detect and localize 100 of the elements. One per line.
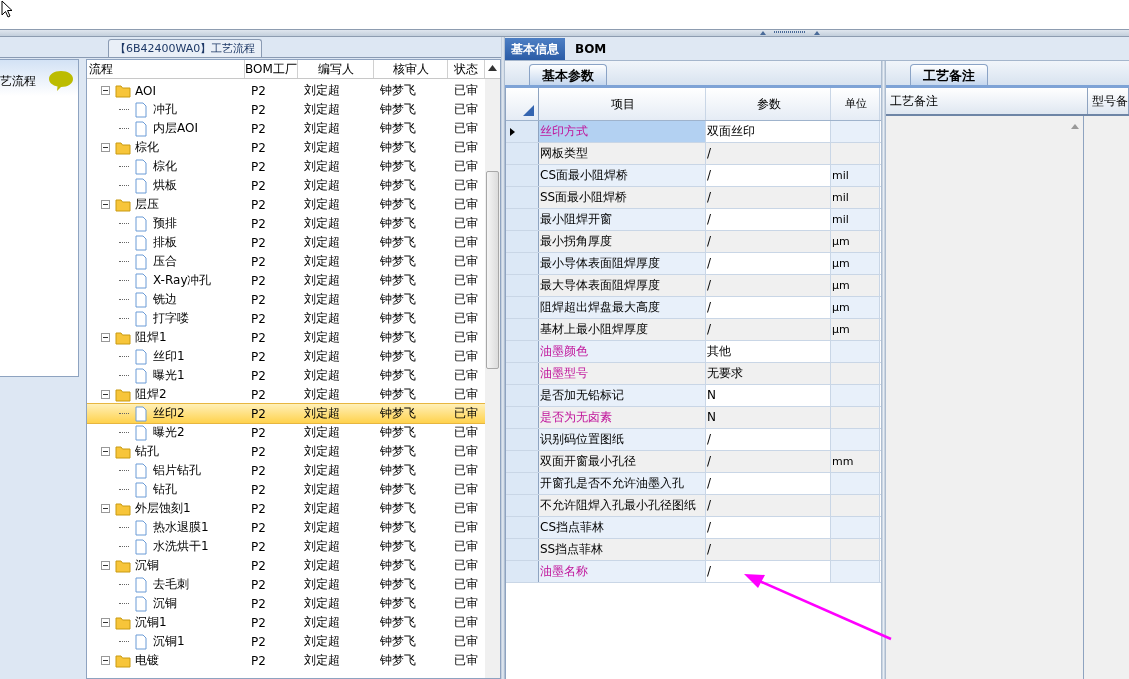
table-cell[interactable]: / [706,297,831,318]
tree-item[interactable]: 丝印2 [153,405,185,422]
splitter-grip-icon[interactable] [760,30,820,35]
tree-item[interactable]: 预排 [153,215,177,232]
tree-item[interactable]: 铝片钻孔 [153,462,201,479]
tab[interactable]: 基本参数 [529,64,607,85]
tree-item[interactable]: 外层蚀刻1 [135,500,191,517]
table-cell[interactable]: / [706,517,831,538]
tree-row[interactable]: 外层蚀刻1 P2 刘定超 钟梦飞 已审 [87,499,485,518]
corner-triangle-icon[interactable] [523,105,534,116]
tree-item[interactable]: 棕化 [135,139,159,156]
tree-item[interactable]: 热水退膜1 [153,519,209,536]
table-cell[interactable]: / [706,539,831,560]
tree-row[interactable]: 热水退膜1 P2 刘定超 钟梦飞 已审 [87,518,485,537]
tab[interactable]: 工艺备注 [910,64,988,85]
table-cell[interactable]: / [706,209,831,230]
tree-item[interactable]: 阻焊2 [135,386,167,403]
table-cell[interactable]: / [706,451,831,472]
tree-row[interactable]: 冲孔 P2 刘定超 钟梦飞 已审 [87,100,485,119]
tree-item[interactable]: 沉铜1 [135,614,167,631]
table-cell[interactable]: / [706,429,831,450]
tree-row[interactable]: 铝片钻孔 P2 刘定超 钟梦飞 已审 [87,461,485,480]
column-header[interactable]: 项目 [539,88,706,120]
tree-item[interactable]: 棕化 [153,158,177,175]
tree-row[interactable]: 丝印2 P2 刘定超 钟梦飞 已审 [87,404,485,423]
tree-row[interactable]: 阻焊2 P2 刘定超 钟梦飞 已审 [87,385,485,404]
tree-item[interactable]: 打字喽 [153,310,189,327]
column-header[interactable]: 流程 [87,60,245,78]
tab[interactable]: 基本信息 [505,38,565,60]
table-cell[interactable]: / [706,495,831,516]
tree-row[interactable]: 烘板 P2 刘定超 钟梦飞 已审 [87,176,485,195]
tree-item[interactable]: 内层AOI [153,120,198,137]
table-cell[interactable]: / [706,231,831,252]
table-cell[interactable]: 其他 [706,341,831,362]
tree-row[interactable]: 去毛刺 P2 刘定超 钟梦飞 已审 [87,575,485,594]
tree-row[interactable]: 预排 P2 刘定超 钟梦飞 已审 [87,214,485,233]
tree-row[interactable]: 排板 P2 刘定超 钟梦飞 已审 [87,233,485,252]
table-cell[interactable]: N [706,385,831,406]
tree-item[interactable]: 排板 [153,234,177,251]
tree-row[interactable]: 沉铜1 P2 刘定超 钟梦飞 已审 [87,632,485,651]
table-cell[interactable]: / [706,143,831,164]
tree-item[interactable]: 铣边 [153,291,177,308]
table-cell[interactable]: / [706,319,831,340]
tree-row[interactable]: AOI P2 刘定超 钟梦飞 已审 [87,81,485,100]
tree-item[interactable]: 电镀 [135,652,159,669]
tree-row[interactable]: 曝光2 P2 刘定超 钟梦飞 已审 [87,423,485,442]
tree-item[interactable]: 钻孔 [135,443,159,460]
tree-item[interactable]: 沉铜1 [153,633,185,650]
tree-item[interactable]: 层压 [135,196,159,213]
table-cell[interactable]: / [706,165,831,186]
tree-row[interactable]: 棕化 P2 刘定超 钟梦飞 已审 [87,157,485,176]
column-header[interactable]: BOM工厂 [245,60,298,78]
column-header[interactable]: 工艺备注 [886,88,1088,114]
column-header[interactable]: 单位 [831,88,880,120]
column-header[interactable]: 编写人 [298,60,374,78]
tree-item[interactable]: 沉铜 [135,557,159,574]
tree-row[interactable]: 钻孔 P2 刘定超 钟梦飞 已审 [87,480,485,499]
tree-row[interactable]: 丝印1 P2 刘定超 钟梦飞 已审 [87,347,485,366]
tree-item[interactable]: 水洗烘干1 [153,538,209,555]
table-cell[interactable]: / [706,275,831,296]
column-header[interactable]: 状态 [448,60,485,78]
tab[interactable]: BOM [569,38,613,60]
tree-item[interactable]: AOI [135,83,156,98]
table-cell[interactable]: / [706,187,831,208]
tree-row[interactable]: 沉铜1 P2 刘定超 钟梦飞 已审 [87,613,485,632]
tree-item[interactable]: 沉铜 [153,595,177,612]
tree-row[interactable]: 层压 P2 刘定超 钟梦飞 已审 [87,195,485,214]
tree-row[interactable]: 沉铜 P2 刘定超 钟梦飞 已审 [87,594,485,613]
column-header[interactable]: 型号备 [1088,88,1129,114]
column-header[interactable]: 参数 [706,88,831,120]
tree-row[interactable]: 水洗烘干1 P2 刘定超 钟梦飞 已审 [87,537,485,556]
tree-row[interactable]: 沉铜 P2 刘定超 钟梦飞 已审 [87,556,485,575]
tree-row[interactable]: 压合 P2 刘定超 钟梦飞 已审 [87,252,485,271]
tree-row[interactable]: 阻焊1 P2 刘定超 钟梦飞 已审 [87,328,485,347]
table-cell[interactable]: / [706,253,831,274]
tree-row[interactable]: 棕化 P2 刘定超 钟梦飞 已审 [87,138,485,157]
scroll-up-icon[interactable] [488,65,497,71]
row-header[interactable] [506,121,539,142]
table-cell[interactable]: 无要求 [706,363,831,384]
tree-item[interactable]: 曝光2 [153,424,185,441]
table-cell[interactable]: / [706,561,831,582]
tree-item[interactable]: 冲孔 [153,101,177,118]
tree-item[interactable]: X-Ray冲孔 [153,272,212,289]
table-cell[interactable]: N [706,407,831,428]
tree-item[interactable]: 阻焊1 [135,329,167,346]
tree-row[interactable]: 电镀 P2 刘定超 钟梦飞 已审 [87,651,485,670]
column-header[interactable]: 核审人 [374,60,448,78]
tree-row[interactable]: 铣边 P2 刘定超 钟梦飞 已审 [87,290,485,309]
tree-row[interactable]: 打字喽 P2 刘定超 钟梦飞 已审 [87,309,485,328]
table-cell[interactable]: 双面丝印 [706,121,831,142]
tree-row[interactable]: X-Ray冲孔 P2 刘定超 钟梦飞 已审 [87,271,485,290]
tree-item[interactable]: 去毛刺 [153,576,189,593]
scroll-thumb[interactable] [486,171,499,369]
tree-item[interactable]: 烘板 [153,177,177,194]
tree-item[interactable]: 钻孔 [153,481,177,498]
tree-row[interactable]: 钻孔 P2 刘定超 钟梦飞 已审 [87,442,485,461]
tree-row[interactable]: 内层AOI P2 刘定超 钟梦飞 已审 [87,119,485,138]
tree-item[interactable]: 压合 [153,253,177,270]
tree-item[interactable]: 丝印1 [153,348,185,365]
tree-item[interactable]: 曝光1 [153,367,185,384]
